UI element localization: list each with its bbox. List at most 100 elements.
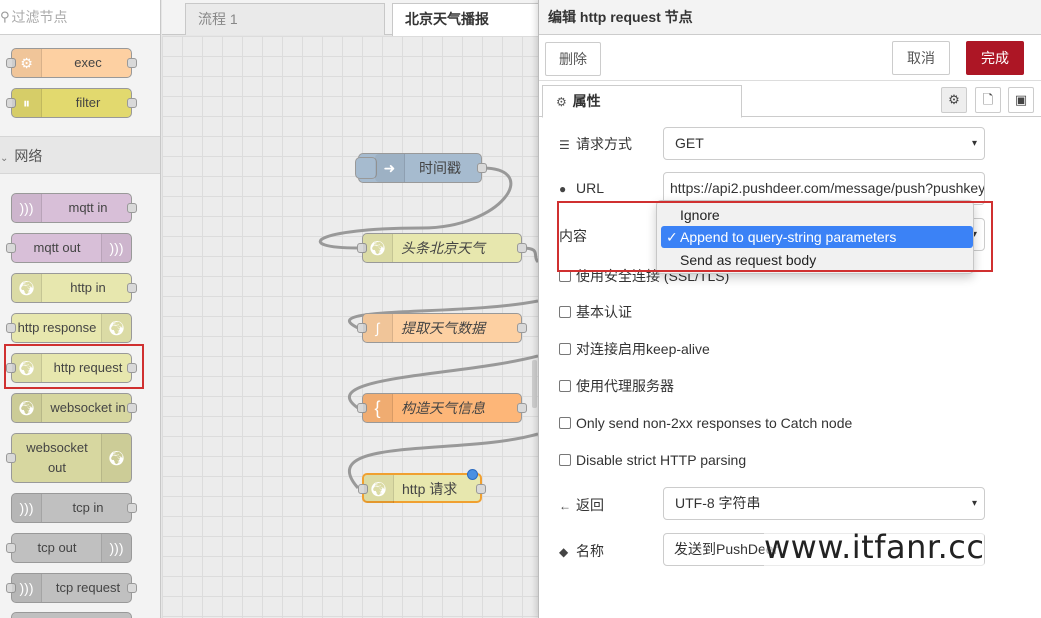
arrow-right-icon: ➜: [375, 154, 405, 182]
description-tab-icon[interactable]: 🗋: [975, 87, 1001, 113]
node-label-line-2: out: [47, 460, 67, 475]
node-label: websocket out: [12, 438, 102, 478]
search-icon: ⚲: [0, 9, 10, 24]
palette-node-filter[interactable]: ⏸ filter: [6, 88, 137, 118]
node-label: tcp request: [55, 580, 121, 595]
arrow-left-icon: ←: [559, 499, 571, 513]
url-label-text: URL: [576, 180, 605, 196]
tab-properties-label: 属性: [572, 93, 601, 109]
node-label: 头条北京天气: [401, 240, 485, 256]
globe-icon: 🌍︎: [363, 234, 393, 262]
function-icon: ∫: [363, 314, 393, 342]
tab-properties[interactable]: ⚙ 属性: [542, 85, 742, 118]
strict-checkbox[interactable]: [559, 454, 571, 466]
output-port: [517, 323, 527, 333]
signal-icon: ))): [12, 194, 42, 222]
keepalive-checkbox-row[interactable]: 对连接启用keep-alive: [559, 340, 710, 358]
flow-node-build[interactable]: { 构造天气信息: [357, 393, 527, 423]
node-label: 时间戳: [419, 160, 461, 176]
return-value: UTF-8 字符串: [675, 495, 761, 511]
node-label: tcp out: [37, 540, 77, 555]
non2xx-checkbox[interactable]: [559, 417, 571, 429]
signal-icon: ))): [12, 494, 42, 522]
signal-icon: ))): [101, 534, 131, 562]
return-label-text: 返回: [576, 497, 604, 513]
node-label: tcp in: [72, 500, 104, 515]
url-label: ● URL: [559, 180, 604, 196]
highlight-box: [4, 344, 144, 389]
keepalive-label: 对连接启用keep-alive: [576, 341, 710, 357]
globe-icon: 🌍︎: [101, 314, 131, 342]
method-select[interactable]: GET ▾: [663, 127, 985, 160]
tab-beijing-weather[interactable]: 北京天气播报: [392, 3, 542, 36]
basic-auth-label: 基本认证: [576, 304, 632, 320]
signal-icon: ))): [12, 574, 42, 602]
palette-node-tcp-out[interactable]: tcp out ))): [6, 533, 132, 563]
globe-icon: 🌍︎: [364, 475, 394, 503]
panel-splitter[interactable]: [532, 360, 537, 408]
output-port: [127, 58, 137, 68]
gear-icon: ⚙: [12, 49, 42, 77]
node-label: 构造天气信息: [401, 400, 485, 416]
basic-auth-checkbox[interactable]: [559, 306, 571, 318]
delete-button[interactable]: 删除: [545, 42, 601, 76]
tag-icon: ◆: [559, 545, 569, 559]
appearance-tab-icon[interactable]: ▣: [1008, 87, 1034, 113]
category-network[interactable]: ⌄ 网络: [0, 136, 160, 174]
chevron-down-icon: ▾: [971, 498, 977, 509]
chevron-down-icon: ▾: [971, 138, 977, 149]
output-port: [517, 403, 527, 413]
strict-checkbox-row[interactable]: Disable strict HTTP parsing: [559, 451, 746, 469]
flow-node-http-request[interactable]: 🌍︎ http 请求: [358, 469, 486, 503]
template-icon: {: [363, 394, 393, 422]
method-label: ☰ 请求方式: [559, 134, 632, 154]
keepalive-checkbox[interactable]: [559, 343, 571, 355]
output-port: [476, 484, 486, 494]
category-label: 网络: [14, 148, 43, 164]
globe-icon: 🌍︎: [12, 274, 42, 302]
palette-node-mqtt-out[interactable]: mqtt out ))): [6, 233, 132, 263]
chevron-down-icon: ⌄: [0, 153, 9, 164]
proxy-checkbox-row[interactable]: 使用代理服务器: [559, 377, 674, 395]
palette-node-websocket-out[interactable]: websocket out 🌍︎: [6, 433, 132, 483]
output-port: [127, 283, 137, 293]
output-port: [127, 98, 137, 108]
proxy-checkbox[interactable]: [559, 380, 571, 392]
globe-icon: 🌍︎: [12, 394, 42, 422]
palette-node-exec[interactable]: ⚙ exec: [6, 48, 137, 78]
settings-tab-icon[interactable]: ⚙: [941, 87, 967, 113]
node-label: mqtt out: [33, 240, 81, 255]
palette-search-input[interactable]: ⚲ 过滤节点: [0, 0, 160, 35]
flow-node-timestamp[interactable]: ➜ 时间戳: [355, 153, 487, 183]
output-port: [517, 243, 527, 253]
node-label: websocket in: [50, 400, 126, 415]
flow-node-headline[interactable]: 🌍︎ 头条北京天气: [357, 233, 527, 263]
palette-node-tcp-request[interactable]: ))) tcp request: [6, 573, 137, 603]
non2xx-label: Only send non-2xx responses to Catch nod…: [576, 415, 853, 431]
strict-label: Disable strict HTTP parsing: [576, 452, 747, 468]
cancel-button[interactable]: 取消: [892, 41, 950, 75]
palette-node-http-response[interactable]: http response 🌍︎: [6, 313, 132, 343]
output-port: [477, 163, 487, 173]
method-label-text: 请求方式: [576, 136, 632, 152]
list-icon: ☰: [559, 138, 570, 152]
tab-flow-1[interactable]: 流程 1: [185, 3, 385, 35]
output-port: [127, 203, 137, 213]
palette-node-http-in[interactable]: 🌍︎ http in: [11, 273, 137, 303]
done-button[interactable]: 完成: [966, 41, 1024, 75]
gear-icon: ⚙: [556, 95, 567, 109]
watermark: www.itfanr.cc: [764, 528, 985, 566]
palette-node-partial[interactable]: [11, 612, 132, 618]
basic-auth-checkbox-row[interactable]: 基本认证: [559, 303, 632, 321]
flow-node-extract[interactable]: ∫ 提取天气数据: [357, 313, 527, 343]
node-label: mqtt in: [68, 200, 108, 215]
filter-icon: ⏸: [12, 89, 42, 117]
palette-node-websocket-in[interactable]: 🌍︎ websocket in: [11, 393, 137, 423]
proxy-label: 使用代理服务器: [576, 378, 674, 394]
return-select[interactable]: UTF-8 字符串 ▾: [663, 487, 985, 520]
palette-node-tcp-in[interactable]: ))) tcp in: [11, 493, 137, 523]
palette-node-mqtt-in[interactable]: ))) mqtt in: [11, 193, 137, 223]
inject-button[interactable]: [355, 157, 377, 179]
flow-canvas[interactable]: ➜ 时间戳 🌍︎ 头条北京天气 ∫ 提取天气数据 { 构造天气信息 🌍︎ htt…: [162, 36, 538, 618]
non2xx-checkbox-row[interactable]: Only send non-2xx responses to Catch nod…: [559, 414, 852, 432]
